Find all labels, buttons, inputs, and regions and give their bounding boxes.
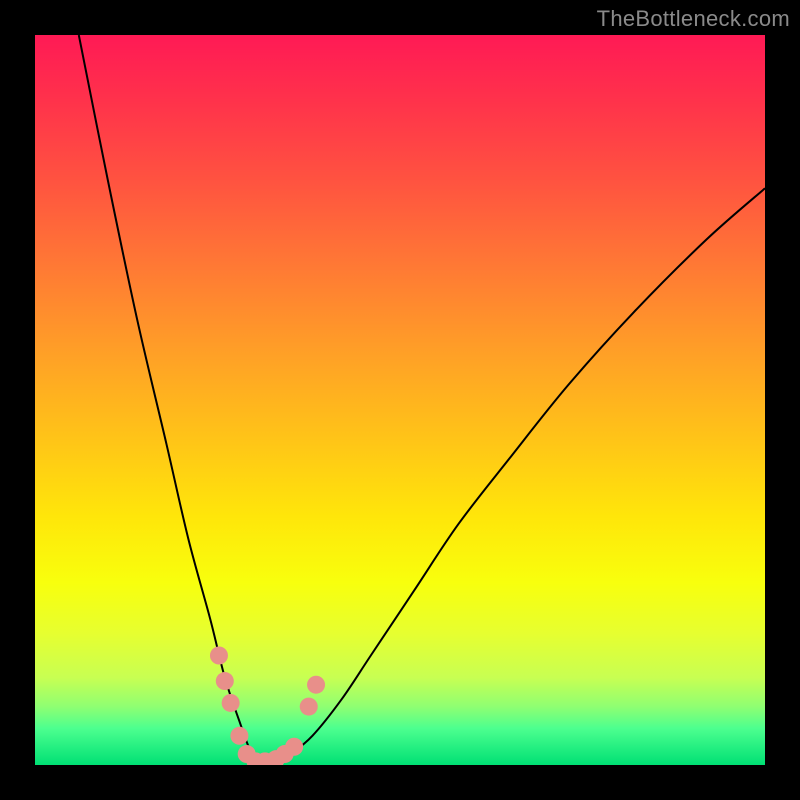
curve-marker [300,698,318,716]
bottleneck-curve [79,35,765,764]
chart-svg [35,35,765,765]
curve-marker [210,647,228,665]
curve-marker [307,676,325,694]
watermark-text: TheBottleneck.com [597,6,790,32]
curve-marker [222,694,240,712]
chart-frame: TheBottleneck.com [0,0,800,800]
curve-marker [216,672,234,690]
curve-markers [210,647,325,766]
curve-marker [285,738,303,756]
plot-area [35,35,765,765]
curve-marker [230,727,248,745]
